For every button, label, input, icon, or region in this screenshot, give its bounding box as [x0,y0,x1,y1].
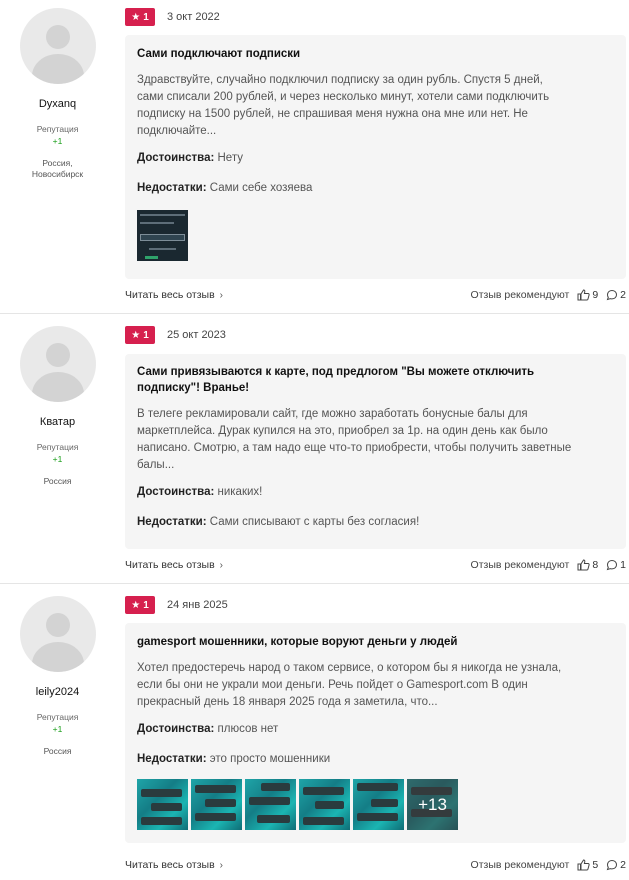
photo-thumbnail[interactable] [191,779,242,830]
photo-thumbnail[interactable] [353,779,404,830]
reputation-value: +1 [52,724,63,734]
review-text: Хотел предостеречь народ о таком сервисе… [137,662,562,708]
review-title[interactable]: Сами подключают подписки [137,46,614,62]
avatar[interactable] [19,326,96,402]
author-location: Россия [43,476,72,486]
avatar[interactable] [19,8,96,84]
chevron-right-icon: › [219,559,223,571]
review-date: 25 окт 2023 [167,329,226,341]
read-more-link[interactable]: Читать весь отзыв › [125,859,223,871]
review-pros: Достоинства: никаких! [137,486,263,498]
like-button[interactable]: 5 [577,859,598,871]
chevron-right-icon: › [219,859,223,871]
recommend-label: Отзыв рекомендуют [470,289,570,301]
star-icon: ★ [131,599,141,611]
comments-button[interactable]: 2 [606,289,626,301]
review-cons: Недостатки: Сами себе хозяева [137,182,313,194]
review-pros: Достоинства: плюсов нет [137,723,279,735]
author-name[interactable]: leily2024 [0,686,115,698]
author-location: Россия [43,746,72,756]
review-footer: Читать весь отзыв › Отзыв рекомендуют 8 1 [125,557,626,573]
review-footer: Читать весь отзыв › Отзыв рекомендуют 9 2 [125,287,626,303]
comment-icon [606,289,618,301]
recommend-label: Отзыв рекомендуют [470,859,570,871]
review-date: 3 окт 2022 [167,11,220,23]
photo-thumbnail[interactable] [245,779,296,830]
star-icon: ★ [131,11,141,23]
read-more-link[interactable]: Читать весь отзыв › [125,289,223,301]
review-footer: Читать весь отзыв › Отзыв рекомендуют 5 2 [125,857,626,873]
thumbs-up-icon [577,289,590,301]
review-text: Здравствуйте, случайно подключил подписк… [137,74,550,137]
like-button[interactable]: 8 [577,559,598,571]
comment-icon [606,559,618,571]
review-item: Кватар Репутация +1 Россия ★ 1 25 окт 20… [0,313,629,583]
review-title[interactable]: Сами привязываются к карте, под предлого… [137,364,614,396]
comments-button[interactable]: 1 [606,559,626,571]
review-author: Кватар Репутация +1 Россия [0,326,115,487]
rating-badge: ★ 1 [125,8,155,26]
review-pros: Достоинства: Нету [137,152,243,164]
reputation-value: +1 [52,136,63,146]
reputation-label: Репутация [36,442,79,452]
review-cons: Недостатки: Сами списывают с карты без с… [137,516,420,528]
author-location: Россия, Новосибирск [31,158,84,179]
review-meta: ★ 1 3 окт 2022 [125,8,220,26]
review-item: Dyxanq Репутация +1 Россия, Новосибирск … [0,0,629,313]
recommend-label: Отзыв рекомендуют [470,559,570,571]
like-button[interactable]: 9 [577,289,598,301]
reputation-label: Репутация [36,712,79,722]
comments-button[interactable]: 2 [606,859,626,871]
review-item: leily2024 Репутация +1 Россия ★ 1 24 янв… [0,583,629,880]
comment-icon [606,859,618,871]
reputation-label: Репутация [36,124,79,134]
review-author: Dyxanq Репутация +1 Россия, Новосибирск [0,8,115,180]
avatar[interactable] [19,596,96,672]
rating-badge: ★ 1 [125,326,155,344]
photo-thumbnail[interactable] [137,210,188,261]
author-name[interactable]: Dyxanq [0,98,115,110]
photo-thumbnail[interactable] [137,779,188,830]
thumbs-up-icon [577,559,590,571]
review-author: leily2024 Репутация +1 Россия [0,596,115,757]
chevron-right-icon: › [219,289,223,301]
review-meta: ★ 1 24 янв 2025 [125,596,228,614]
review-text: В телеге рекламировали сайт, где можно з… [137,408,572,471]
photo-thumbnail[interactable] [299,779,350,830]
review-meta: ★ 1 25 окт 2023 [125,326,226,344]
author-name[interactable]: Кватар [0,416,115,428]
review-card: Сами подключают подписки Здравствуйте, с… [125,35,626,279]
review-title[interactable]: gamesport мошенники, которые воруют день… [137,634,614,650]
review-photos: +13 [137,779,614,830]
star-icon: ★ [131,329,141,341]
review-photos [137,210,614,261]
review-card: Сами привязываются к карте, под предлого… [125,354,626,549]
review-date: 24 янв 2025 [167,599,228,611]
thumbs-up-icon [577,859,590,871]
review-cons: Недостатки: это просто мошенники [137,753,331,765]
more-photos-count: +13 [407,779,458,830]
reputation-value: +1 [52,454,63,464]
rating-badge: ★ 1 [125,596,155,614]
read-more-link[interactable]: Читать весь отзыв › [125,559,223,571]
more-photos-thumbnail[interactable]: +13 [407,779,458,830]
review-card: gamesport мошенники, которые воруют день… [125,623,626,843]
